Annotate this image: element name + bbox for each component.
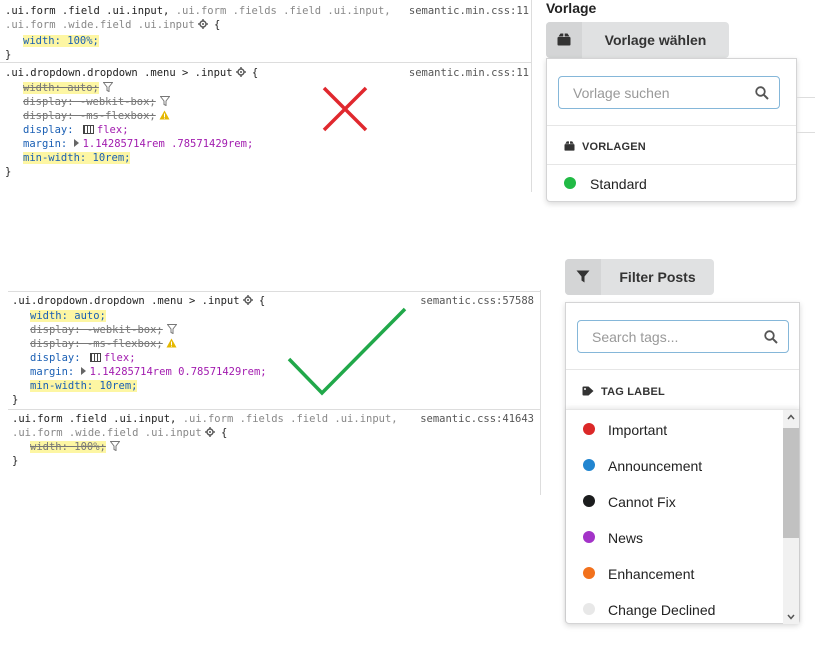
menu-header: VORLAGEN — [582, 141, 646, 153]
warning-icon — [159, 110, 170, 120]
css-rule-dropdown-input-top[interactable]: .ui.dropdown.dropdown .menu > .input { s… — [5, 66, 531, 206]
expand-triangle-icon[interactable] — [80, 367, 86, 375]
search-icon — [755, 86, 769, 100]
color-dot — [583, 531, 595, 543]
gear-icon[interactable] — [197, 19, 208, 29]
css-declaration-overridden[interactable]: width: 100%; — [30, 441, 106, 453]
tag-dropdown-menu: Search tags... TAG LABEL Important Annou… — [565, 302, 800, 624]
filter-icon[interactable] — [102, 82, 113, 92]
flexbox-editor-icon[interactable] — [89, 353, 101, 362]
css-declaration[interactable]: width: auto; — [30, 310, 106, 322]
background-line — [797, 132, 815, 133]
tag-item-cannot-fix[interactable]: Cannot Fix — [566, 483, 782, 519]
css-declaration[interactable]: margin: 1.14285714rem .78571429rem; — [23, 137, 253, 151]
css-declaration-overridden[interactable]: display: -webkit-box; — [30, 324, 163, 336]
css-selector: .ui.dropdown.dropdown .menu > .input — [5, 67, 233, 79]
template-search-input[interactable]: Vorlage suchen — [558, 76, 780, 109]
scrollbar[interactable] — [783, 410, 799, 624]
box-icon — [557, 33, 571, 46]
css-source-link[interactable]: semantic.css:57588 — [420, 294, 534, 308]
scroll-down-arrow-icon[interactable] — [787, 614, 795, 620]
css-declaration[interactable]: min-width: 10rem; — [30, 380, 138, 392]
color-dot — [564, 177, 576, 189]
scroll-up-arrow-icon[interactable] — [787, 414, 795, 420]
css-declaration[interactable]: display: flex; — [23, 123, 129, 137]
css-declaration[interactable]: min-width: 10rem; — [23, 152, 131, 164]
devtools-divider — [540, 290, 541, 495]
color-dot — [583, 459, 595, 471]
css-source-link[interactable]: semantic.min.css:11 — [409, 66, 529, 80]
template-dropdown-menu: Vorlage suchen VORLAGEN Standard — [546, 58, 797, 202]
menu-header: TAG LABEL — [601, 386, 665, 398]
menu-divider — [566, 369, 799, 370]
css-declaration-overridden[interactable]: display: -ms-flexbox; — [30, 338, 163, 350]
css-rule-form-input-bottom[interactable]: .ui.form .field .ui.input, .ui.form .fie… — [12, 412, 538, 496]
warning-icon — [166, 338, 177, 348]
css-source-link[interactable]: semantic.css:41643 — [420, 412, 534, 426]
scrollbar-thumb[interactable] — [783, 428, 799, 538]
expand-triangle-icon[interactable] — [73, 139, 79, 147]
rule-divider — [8, 409, 540, 410]
filter-posts-button[interactable]: Filter Posts — [565, 259, 714, 295]
filter-icon — [576, 270, 590, 283]
tag-item-important[interactable]: Important — [566, 411, 782, 447]
gear-icon[interactable] — [204, 427, 215, 437]
css-declaration-overridden[interactable]: display: -webkit-box; — [23, 96, 156, 108]
gear-icon[interactable] — [242, 295, 253, 305]
tag-search-input[interactable]: Search tags... — [577, 320, 789, 353]
color-dot — [583, 567, 595, 579]
tag-item-announcement[interactable]: Announcement — [566, 447, 782, 483]
tag-item-change-declined[interactable]: Change Declined — [566, 591, 782, 624]
field-label: Vorlage — [546, 0, 597, 16]
search-icon — [764, 330, 778, 344]
color-dot — [583, 603, 595, 615]
devtools-divider — [531, 0, 532, 192]
rule-divider — [8, 291, 540, 292]
css-declaration[interactable]: width: 100%; — [23, 35, 99, 47]
template-item-standard[interactable]: Standard — [547, 165, 796, 201]
filter-icon[interactable] — [166, 324, 177, 334]
color-dot — [583, 423, 595, 435]
wrong-cross-mark — [322, 86, 368, 132]
tag-item-news[interactable]: News — [566, 519, 782, 555]
rule-divider — [0, 62, 531, 63]
filter-icon[interactable] — [159, 96, 170, 106]
tag-item-enhancement[interactable]: Enhancement — [566, 555, 782, 591]
css-selector: .ui.form .field .ui.input, — [5, 5, 170, 17]
css-declaration[interactable]: display: flex; — [30, 351, 136, 365]
css-selector: .ui.dropdown.dropdown .menu > .input — [12, 295, 240, 307]
tag-icon — [582, 386, 594, 396]
flexbox-editor-icon[interactable] — [82, 125, 94, 134]
css-declaration-overridden[interactable]: display: -ms-flexbox; — [23, 110, 156, 122]
filter-icon[interactable] — [109, 441, 120, 451]
tag-list-scroll[interactable]: Important Announcement Cannot Fix News E… — [566, 409, 799, 624]
css-selector: .ui.form .field .ui.input, — [12, 413, 177, 425]
css-source-link[interactable]: semantic.min.css:11 — [409, 4, 529, 18]
menu-divider — [547, 125, 796, 126]
correct-check-mark — [287, 307, 407, 396]
background-line — [797, 97, 815, 98]
gear-icon[interactable] — [235, 67, 246, 77]
css-declaration[interactable]: margin: 1.14285714rem 0.78571429rem; — [30, 365, 267, 379]
color-dot — [583, 495, 595, 507]
box-icon — [564, 141, 575, 151]
choose-template-button[interactable]: Vorlage wählen — [546, 22, 729, 58]
css-declaration-overridden[interactable]: width: auto; — [23, 82, 99, 94]
